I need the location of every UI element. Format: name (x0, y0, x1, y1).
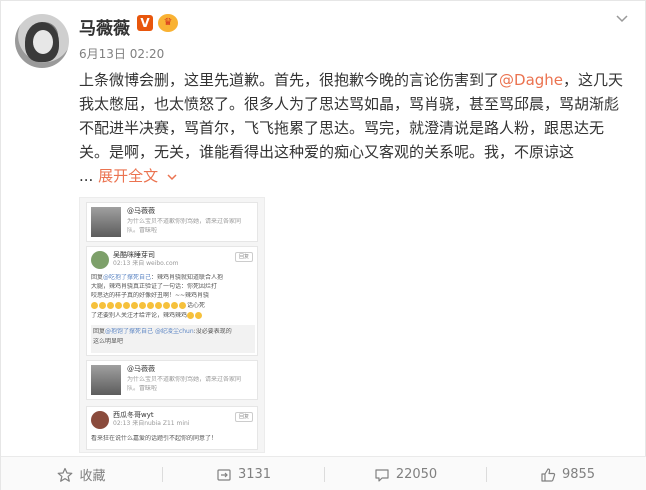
star-icon (57, 467, 73, 483)
screenshot-card-2: 吴酷咪睡芽司 02:13 来自 weibo.com 回复 回复@吃抱了撑死自己：… (86, 246, 258, 356)
screenshot-text: 了还要别人关注才给评论，辣鸡辣鸡 (91, 312, 255, 320)
screenshot-sub-reply: 回复@抱饱了撑死自己 @纪凌尘chun:没必要表现的 这么明显吧 (91, 325, 255, 353)
screenshot-avatar (91, 207, 121, 237)
screenshot-text: 大腿，辣鸡肖骁真正验证了一句话：你死因烂打 (91, 283, 218, 290)
screenshot-avatar (91, 365, 121, 395)
mention-link[interactable]: @Daghe (499, 71, 563, 89)
screenshot-avatar (91, 411, 109, 429)
screenshot-text: 回复@抱饱了撑死自己 @纪凌尘chun:没必要表现的 (93, 328, 232, 335)
thumbs-up-icon (540, 467, 556, 483)
screenshot-card-4: 西瓜冬哥wyt 02:13 来自nubia Z11 mini 回复 看来狂在说什… (86, 406, 258, 450)
attached-screenshot-image[interactable]: @马薇薇 为什么宝贝不道歉你别骂她，请来过各家同 队。冒昧啦 吴酷咪睡芽司 02… (79, 197, 265, 453)
screenshot-text: 吴酷咪睡芽司 (113, 251, 155, 259)
screenshot-text: 西瓜冬哥wyt (113, 411, 154, 419)
repost-count: 3131 (237, 467, 272, 482)
screenshot-text: 队。冒昧啦 (127, 227, 158, 234)
screenshot-text: 02:13 来自 weibo.com (113, 260, 179, 267)
comment-icon (374, 467, 390, 483)
expand-full-text-link[interactable]: 展开全文 (98, 167, 177, 185)
screenshot-reply-button: 回复 (235, 412, 253, 422)
action-bar: 收藏 3131 22050 9855 (1, 456, 646, 490)
screenshot-text: 这么明显吧 (93, 338, 124, 345)
repost-button[interactable]: 3131 (163, 457, 324, 490)
verified-badge-icon: V (137, 15, 153, 31)
user-name[interactable]: 马薇薇 (79, 14, 130, 39)
like-button[interactable]: 9855 (487, 457, 646, 490)
chevron-down-icon[interactable] (613, 11, 631, 29)
chevron-down-icon (167, 173, 177, 180)
weibo-post: 马薇薇 V ♛ 6月13日 02:20 上条微博会删，这里先道歉。首先，很抱歉今… (0, 0, 646, 490)
comment-count: 22050 (395, 467, 438, 482)
ellipsis: ... (79, 167, 94, 185)
repost-icon (216, 467, 232, 483)
screenshot-reply-button: 回复 (235, 252, 253, 262)
screenshot-text: @马薇薇 (127, 207, 155, 215)
screenshot-text: 话心死 (91, 302, 255, 310)
screenshot-avatar (91, 251, 109, 269)
screenshot-text: 队。冒昧啦 (127, 385, 158, 392)
favorite-label: 收藏 (79, 469, 106, 484)
screenshot-text: 咬思达的样子真的好像好丑啊！~~辣鸡肖骁 (91, 292, 210, 299)
screenshot-text: 看来狂在说什么嘉爱的话题引不起你的同意了！ (91, 435, 218, 442)
screenshot-card-1: @马薇薇 为什么宝贝不道歉你别骂她，请来过各家同 队。冒昧啦 (86, 202, 258, 242)
avatar[interactable] (15, 14, 69, 68)
vip-crown-icon[interactable]: ♛ (158, 14, 178, 32)
screenshot-card-3: @马薇薇 为什么宝贝不道歉你别骂她，请来过各家同 队。冒昧啦 (86, 360, 258, 400)
comment-button[interactable]: 22050 (325, 457, 486, 490)
avatar-face (33, 30, 53, 54)
favorite-button[interactable]: 收藏 (1, 457, 162, 490)
screenshot-text: 为什么宝贝不道歉你别骂她，请来过各家同 (127, 218, 242, 225)
screenshot-text: @马薇薇 (127, 365, 155, 373)
post-time[interactable]: 6月13日 02:20 (79, 45, 164, 62)
screenshot-text: 回复@吃抱了撑死自己：辣鸡肖骁就知道联合人抱 (91, 274, 224, 281)
post-content: 上条微博会删，这里先道歉。首先，很抱歉今晚的言论伤害到了@Daghe，这几天我太… (79, 68, 627, 188)
post-text-lead: 上条微博会删，这里先道歉。首先，很抱歉今晚的言论伤害到了 (79, 71, 500, 89)
like-count: 9855 (561, 467, 596, 482)
screenshot-text: 为什么宝贝不道歉你别骂她，请来过各家同 (127, 376, 242, 383)
screenshot-text: 02:13 来自nubia Z11 mini (113, 420, 190, 427)
